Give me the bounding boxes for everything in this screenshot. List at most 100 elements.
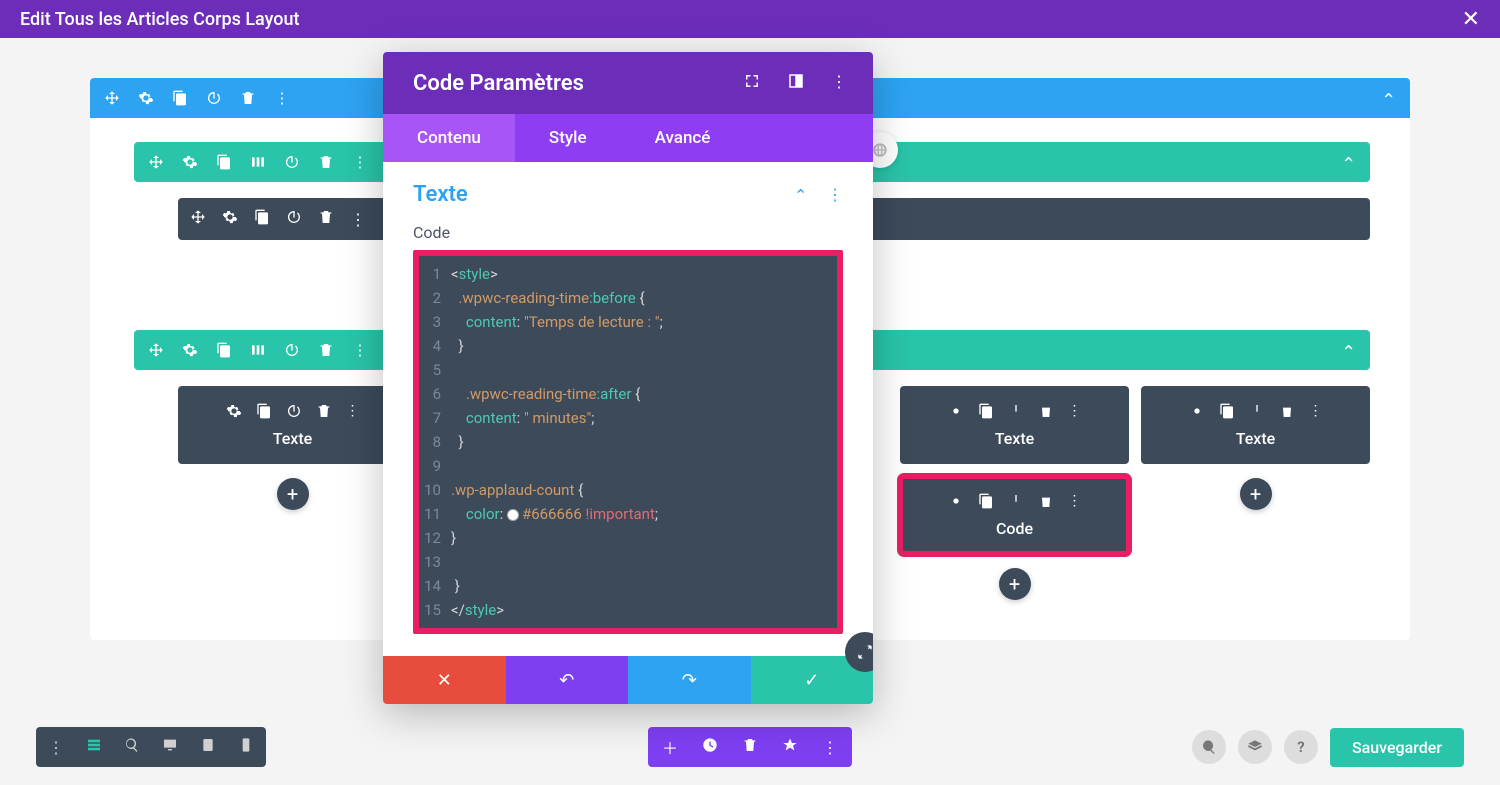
power-icon[interactable] [1249,403,1265,423]
tablet-icon[interactable] [200,737,216,757]
trash-icon[interactable] [1038,493,1054,513]
duplicate-icon[interactable] [172,90,188,106]
phone-icon[interactable] [238,737,254,757]
settings-modal: Code Paramètres ⋮ Contenu Style Avancé T… [383,52,873,704]
duplicate-icon[interactable] [216,342,232,358]
power-icon[interactable] [286,403,302,423]
page-title: Edit Tous les Articles Corps Layout [20,9,300,30]
modal-footer: ✕ ↶ ↷ ✓ [383,656,873,704]
move-icon[interactable] [190,209,206,229]
collapse-icon[interactable]: ⌄ [1381,88,1396,109]
save-button[interactable]: Sauvegarder [1330,728,1464,767]
gear-icon[interactable] [226,403,242,423]
power-icon[interactable] [1008,403,1024,423]
module-texte[interactable]: ⋮ Texte [1141,386,1370,464]
field-label: Code [413,223,843,242]
trash-icon[interactable] [318,342,334,358]
add-module-button[interactable]: + [1240,478,1272,510]
move-icon[interactable] [148,342,164,358]
collapse-icon[interactable]: ⌄ [794,185,807,204]
module-texte[interactable]: ⋮ Texte [178,386,407,464]
columns-icon[interactable] [250,154,266,170]
more-icon[interactable]: ⋮ [352,154,368,170]
module-label: Texte [1236,429,1276,448]
duplicate-icon[interactable] [978,493,994,513]
title-bar: Edit Tous les Articles Corps Layout ✕ [0,0,1500,38]
undo-button[interactable]: ↶ [506,656,629,704]
more-icon[interactable]: ⋮ [822,738,838,757]
trash-icon[interactable] [1038,403,1054,423]
columns-icon[interactable] [250,342,266,358]
module-label: Code [996,519,1033,538]
gear-icon[interactable] [182,342,198,358]
desktop-icon[interactable] [162,737,178,757]
gear-icon[interactable] [138,90,154,106]
duplicate-icon[interactable] [216,154,232,170]
bottom-toolbar: ⋮ ＋ ⋮ ? Sauvegarder [0,727,1500,767]
clock-icon[interactable] [702,737,718,757]
tab-design[interactable]: Style [515,114,621,162]
tab-advanced[interactable]: Avancé [621,114,745,162]
gear-icon[interactable] [222,209,238,229]
move-icon[interactable] [104,90,120,106]
move-icon[interactable] [148,154,164,170]
help-button[interactable]: ? [1284,730,1318,764]
code-editor-highlight: 1<style>2 .wpwc-reading-time:before {3 c… [413,250,843,634]
plus-icon[interactable]: ＋ [662,735,678,759]
trash-icon[interactable] [318,154,334,170]
modal-title: Code Paramètres [413,71,584,96]
modal-body: Texte ⌄ ⋮ Code 1<style>2 .wpwc-reading-t… [383,162,873,656]
code-editor[interactable]: 1<style>2 .wpwc-reading-time:before {3 c… [419,256,837,628]
trash-icon[interactable] [316,403,332,423]
modal-header: Code Paramètres ⋮ [383,52,873,114]
more-icon[interactable]: ⋮ [1068,403,1082,423]
duplicate-icon[interactable] [978,403,994,423]
duplicate-icon[interactable] [254,209,270,229]
close-icon[interactable]: ✕ [1462,7,1480,32]
more-icon[interactable]: ⋮ [1068,493,1082,513]
more-icon[interactable]: ⋮ [1309,403,1323,423]
zoom-icon[interactable] [124,737,140,757]
tab-content[interactable]: Contenu [383,114,515,162]
cancel-button[interactable]: ✕ [383,656,506,704]
more-icon[interactable]: ⋮ [350,210,366,229]
duplicate-icon[interactable] [256,403,272,423]
add-module-button[interactable]: + [999,568,1031,600]
device-bar: ⋮ [36,727,266,767]
search-button[interactable] [1192,730,1226,764]
more-icon[interactable]: ⋮ [827,185,843,204]
more-icon[interactable]: ⋮ [346,403,360,423]
module-code[interactable]: ⋮ Code [900,476,1129,554]
collapse-icon[interactable]: ⌄ [1341,340,1356,361]
gear-icon[interactable] [182,154,198,170]
layers-button[interactable] [1238,730,1272,764]
pin-icon[interactable] [782,737,798,757]
redo-button[interactable]: ↷ [628,656,751,704]
add-module-button[interactable]: + [277,478,309,510]
gear-icon[interactable] [948,403,964,423]
more-icon[interactable]: ⋮ [831,72,847,94]
trash-icon[interactable] [742,737,758,757]
duplicate-icon[interactable] [1219,403,1235,423]
power-icon[interactable] [206,90,222,106]
wireframe-icon[interactable] [86,737,102,757]
snap-icon[interactable] [787,72,805,94]
power-icon[interactable] [284,154,300,170]
fullscreen-icon[interactable] [743,72,761,94]
modal-tabs: Contenu Style Avancé [383,114,873,162]
gear-icon[interactable] [948,493,964,513]
center-toolbar: ＋ ⋮ [648,727,852,767]
section-title: Texte [413,182,468,207]
collapse-icon[interactable]: ⌄ [1341,152,1356,173]
trash-icon[interactable] [318,209,334,229]
more-icon[interactable]: ⋮ [274,90,290,106]
more-icon[interactable]: ⋮ [352,342,368,358]
trash-icon[interactable] [240,90,256,106]
module-texte[interactable]: ⋮ Texte [900,386,1129,464]
more-icon[interactable]: ⋮ [48,738,64,757]
power-icon[interactable] [286,209,302,229]
gear-icon[interactable] [1189,403,1205,423]
trash-icon[interactable] [1279,403,1295,423]
power-icon[interactable] [1008,493,1024,513]
power-icon[interactable] [284,342,300,358]
